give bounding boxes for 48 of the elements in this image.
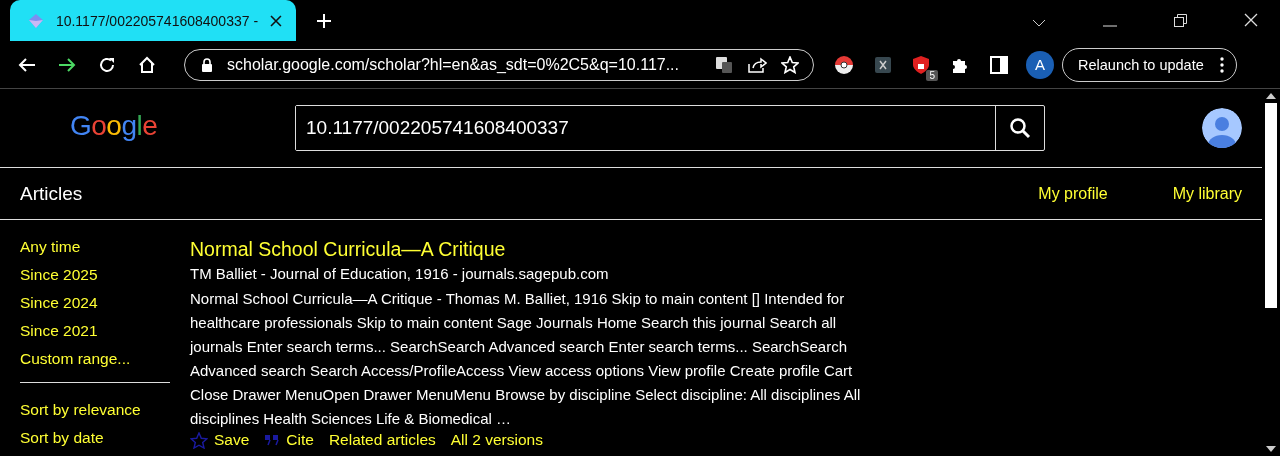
time-filter-link[interactable]: Since 2021 — [20, 321, 170, 349]
time-filter-link[interactable]: Since 2025 — [20, 265, 170, 293]
result-title[interactable]: Normal School Curricula—A Critique — [190, 237, 870, 261]
favicon-icon — [28, 12, 44, 29]
translate-icon[interactable] — [715, 55, 733, 74]
time-filter-link[interactable]: Custom range... — [20, 349, 170, 377]
extension-icon[interactable] — [874, 55, 892, 74]
home-icon[interactable] — [138, 55, 156, 74]
search-field[interactable]: 10.1177/002205741608400337 — [295, 105, 1045, 151]
profile-avatar[interactable]: A — [1026, 50, 1054, 79]
shield-icon[interactable] — [912, 54, 930, 75]
close-icon[interactable] — [270, 14, 282, 27]
sort-link[interactable]: Sort by date — [20, 428, 170, 456]
star-icon[interactable] — [190, 431, 208, 449]
tab-title: 10.1177/002205741608400337 - — [55, 12, 259, 29]
browser-tab[interactable]: 10.1177/002205741608400337 - — [10, 0, 296, 41]
chevron-down-icon[interactable] — [1032, 19, 1046, 27]
account-avatar[interactable] — [1202, 108, 1242, 148]
sort-link[interactable]: Sort by relevance — [20, 400, 170, 428]
scroll-up-icon[interactable] — [1266, 93, 1276, 99]
scroll-thumb[interactable] — [1265, 103, 1277, 308]
restore-icon[interactable] — [1174, 14, 1187, 27]
search-icon — [1009, 117, 1031, 139]
url-text: scholar.google.com/scholar?hl=en&as_sdt=0%2C5&q=10.117... — [227, 55, 680, 74]
time-filter-link[interactable]: Since 2024 — [20, 293, 170, 321]
result-action-link[interactable]: Cite — [286, 431, 314, 449]
nav-link[interactable]: My profile — [1038, 184, 1108, 203]
extension-badge: 5 — [926, 69, 938, 81]
forward-icon[interactable] — [58, 56, 76, 73]
reload-icon[interactable] — [98, 55, 116, 74]
time-filter-link[interactable]: Any time — [20, 237, 170, 265]
result-action-link[interactable]: All 2 versions — [450, 431, 543, 449]
nav-link[interactable]: My library — [1172, 184, 1242, 203]
section-title: Articles — [20, 182, 83, 205]
new-tab-icon[interactable] — [316, 13, 332, 29]
result-authors: TM Balliet - Journal of Education, 1916 - journals.sagepub.com — [190, 264, 610, 284]
ball-icon[interactable] — [834, 54, 854, 75]
result-snippet: Normal School Curricula—A Critique - Thomas M. Balliet, 1916 Skip to main content [] Intended for healthcare professionals Skip to main content Sage Journals Home Search this journal Search all journals Enter search terms... SearchSearch Advanced search Enter search terms... SearchSearch Advanced search Search Access/ProfileAccess View access options View profile Create profile Cart Close Drawer MenuOpen Drawer MenuMenu Browse by discipline Select discipline: All disciplines All disciplines Health Sciences Life & Biomedical … — [190, 289, 862, 429]
more-icon[interactable] — [1219, 56, 1224, 73]
side-panel-icon[interactable] — [990, 55, 1008, 74]
share-icon[interactable] — [747, 55, 767, 74]
relaunch-button[interactable]: Relaunch to update — [1062, 47, 1237, 82]
back-icon[interactable] — [18, 56, 36, 73]
lock-icon — [201, 57, 213, 72]
result-action-link[interactable]: Save — [214, 431, 250, 449]
google-logo[interactable]: Google — [70, 109, 295, 142]
result-action-link[interactable]: Related articles — [328, 431, 436, 449]
scroll-down-icon[interactable] — [1266, 446, 1276, 452]
